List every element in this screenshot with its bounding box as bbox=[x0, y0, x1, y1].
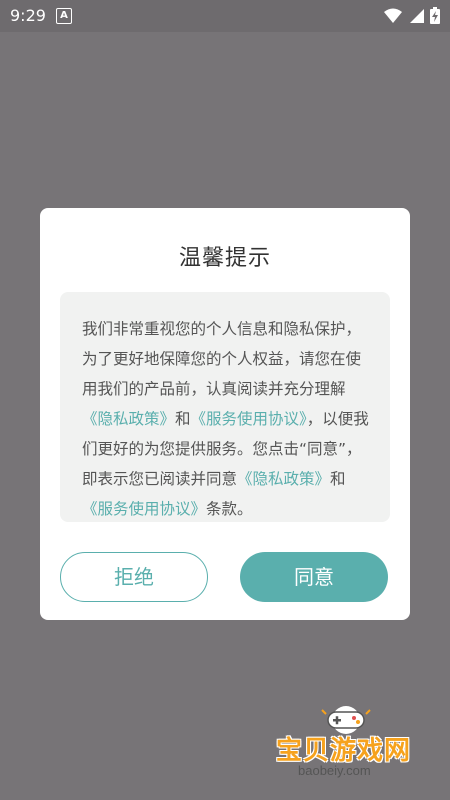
watermark-url: baobeiy.com bbox=[298, 763, 371, 778]
dialog-message: 我们非常重视您的个人信息和隐私保护，为了更好地保障您的个人权益，请您在使用我们的… bbox=[60, 292, 390, 522]
message-text: 我们非常重视您的个人信息和隐私保护，为了更好地保障您的个人权益，请您在使用我们的… bbox=[82, 320, 362, 398]
watermark-text: 宝贝游戏网 bbox=[276, 736, 412, 766]
cellular-signal-icon bbox=[410, 8, 424, 23]
wifi-icon bbox=[384, 8, 402, 23]
privacy-dialog: 温馨提示 我们非常重视您的个人信息和隐私保护，为了更好地保障您的个人权益，请您在… bbox=[40, 208, 410, 620]
watermark-logo: 宝贝游戏网 baobeiy.com bbox=[268, 700, 428, 792]
privacy-policy-link[interactable]: 《隐私政策》 bbox=[237, 470, 330, 488]
status-icons bbox=[384, 7, 440, 24]
privacy-policy-link[interactable]: 《隐私政策》 bbox=[82, 410, 175, 428]
service-agreement-link[interactable]: 《服务使用协议》 bbox=[191, 410, 307, 428]
status-time: 9:29 bbox=[10, 6, 46, 25]
message-text: 条款。 bbox=[206, 500, 253, 518]
reject-button[interactable]: 拒绝 bbox=[60, 552, 208, 602]
message-text: 和 bbox=[330, 470, 346, 488]
message-text: 和 bbox=[175, 410, 191, 428]
gamepad-icon bbox=[321, 706, 371, 734]
dialog-title: 温馨提示 bbox=[178, 246, 271, 271]
battery-charging-icon bbox=[430, 7, 440, 24]
agree-button[interactable]: 同意 bbox=[240, 552, 388, 602]
service-agreement-link[interactable]: 《服务使用协议》 bbox=[82, 500, 206, 518]
status-bar: 9:29 A bbox=[0, 0, 450, 32]
notification-app-icon: A bbox=[56, 8, 72, 24]
